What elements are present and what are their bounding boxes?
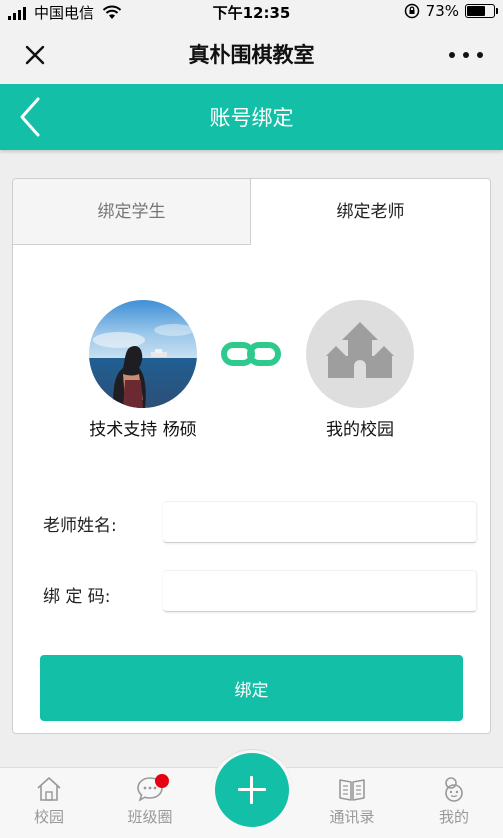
avatar: [89, 300, 197, 408]
tab-label: 校园: [33, 808, 64, 826]
tab-bind-teacher[interactable]: 绑定老师: [251, 179, 490, 247]
app-title: 真朴围棋教室: [188, 43, 315, 67]
book-icon: [339, 779, 365, 801]
castle-icon: [306, 300, 414, 408]
teacher-name-input[interactable]: [163, 501, 477, 543]
battery-icon: [465, 4, 498, 18]
more-icon[interactable]: [449, 42, 483, 68]
tab-mine[interactable]: 我的: [414, 774, 494, 827]
bind-code-label: 绑 定 码:: [43, 587, 111, 607]
bind-button[interactable]: 绑定: [40, 655, 463, 721]
wechat-header: 真朴围棋教室: [0, 24, 503, 84]
home-icon: [37, 777, 61, 801]
profile-icon: [445, 777, 463, 802]
school-name: 我的校园: [326, 420, 394, 440]
tab-label: 我的: [438, 808, 469, 826]
tab-bind-student[interactable]: 绑定学生: [13, 179, 251, 245]
status-bar: 中国电信 下午12:35 73%: [0, 0, 503, 24]
battery-percent: 73%: [425, 2, 459, 20]
tab-label: 班级圈: [127, 808, 173, 826]
notification-badge: [155, 774, 169, 788]
tab-label: 通讯录: [329, 808, 375, 826]
binding-card: 绑定学生 绑定老师 技术支持 杨硕 我的校园 老师姓名: 绑 定 码: 绑定: [12, 178, 491, 734]
page-header: 账号绑定: [0, 84, 503, 150]
tab-contacts[interactable]: 通讯录: [312, 774, 392, 827]
orientation-lock-icon: [404, 3, 419, 19]
bind-code-input[interactable]: [163, 570, 477, 612]
tab-class-circle[interactable]: 班级圈: [110, 774, 190, 827]
plus-icon[interactable]: [215, 753, 289, 827]
teacher-name-label: 老师姓名:: [43, 516, 117, 536]
user-name: 技术支持 杨硕: [89, 420, 197, 440]
page-title: 账号绑定: [209, 106, 294, 130]
tab-campus[interactable]: 校园: [9, 774, 89, 827]
link-icon: [221, 342, 281, 366]
